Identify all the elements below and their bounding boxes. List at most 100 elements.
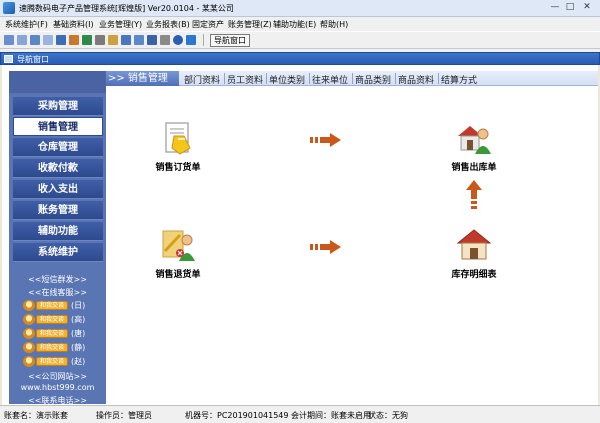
menu-aux[interactable]: 辅助功能(E) bbox=[273, 19, 316, 30]
help-icon[interactable] bbox=[173, 35, 183, 45]
chat-badge: 和我交谈 bbox=[36, 315, 68, 324]
tab-unit-categories[interactable]: 单位类别 bbox=[269, 73, 305, 86]
order-document-icon bbox=[165, 122, 191, 155]
contact-name: (高) bbox=[71, 315, 86, 324]
nav-window-title: 导航窗口 bbox=[17, 55, 49, 64]
toolbar-separator bbox=[203, 34, 204, 46]
tab-separator bbox=[352, 73, 353, 84]
cascade-icon[interactable] bbox=[30, 35, 40, 45]
website-url[interactable]: www.hbst999.com bbox=[9, 383, 106, 392]
menu-help[interactable]: 帮助(H) bbox=[320, 19, 348, 30]
qq-icon bbox=[23, 328, 35, 339]
tool-icon[interactable] bbox=[95, 35, 105, 45]
app-icon bbox=[3, 2, 15, 14]
qq-contact[interactable]: 和我交谈 (唐) bbox=[23, 328, 93, 339]
status-operator: 操作员：管理员 bbox=[96, 411, 152, 420]
stock-detail-node[interactable]: 库存明细表 bbox=[434, 227, 514, 283]
close-icon[interactable]: ✕ bbox=[580, 2, 594, 14]
sidebar-item-payments[interactable]: 收款付款 bbox=[13, 159, 103, 178]
menu-basic-data[interactable]: 基础资料(I) bbox=[53, 19, 94, 30]
save-icon[interactable] bbox=[56, 35, 66, 45]
flow-arrow-up-icon bbox=[466, 180, 482, 209]
tab-separator bbox=[438, 73, 439, 84]
tab-sales[interactable]: >> 销售管理 bbox=[106, 71, 179, 86]
sidebar-item-income[interactable]: 收入支出 bbox=[13, 180, 103, 199]
website-link[interactable]: <<公司网站>> bbox=[9, 371, 106, 382]
edit-icon[interactable] bbox=[69, 35, 79, 45]
sidebar: 采购管理 销售管理 仓库管理 收款付款 收入支出 账务管理 辅助功能 系统维护 … bbox=[9, 71, 106, 405]
sales-order-node[interactable]: 销售订货单 bbox=[138, 120, 218, 176]
warehouse-icon bbox=[456, 229, 492, 260]
menu-business[interactable]: 业务管理(Y) bbox=[99, 19, 142, 30]
module-tab-bar: >> 销售管理 部门资料 员工资料 单位类别 往来单位 商品类别 商品资料 结算… bbox=[106, 71, 598, 86]
contact-name: (日) bbox=[71, 301, 86, 310]
calc-icon[interactable] bbox=[160, 35, 170, 45]
chat-badge: 和我交谈 bbox=[36, 357, 68, 366]
chat-badge: 和我交谈 bbox=[36, 343, 68, 352]
tab-settlement[interactable]: 结算方式 bbox=[441, 73, 477, 86]
nav-window-content: 采购管理 销售管理 仓库管理 收款付款 收入支出 账务管理 辅助功能 系统维护 … bbox=[2, 65, 598, 405]
sidebar-item-system[interactable]: 系统维护 bbox=[13, 243, 103, 262]
window-title: 速腾数码电子产品管理系统[辉煌版] Ver20.0104 - 某某公司 bbox=[19, 4, 234, 13]
qq-icon bbox=[23, 314, 35, 325]
tab-separator bbox=[266, 73, 267, 84]
tab-partners[interactable]: 往来单位 bbox=[312, 73, 348, 86]
flow-arrow-right-icon bbox=[310, 133, 341, 147]
maximize-icon[interactable]: □ bbox=[563, 2, 577, 14]
user-icon[interactable] bbox=[82, 35, 92, 45]
window-icon[interactable] bbox=[4, 35, 14, 45]
sidebar-item-purchase[interactable]: 采购管理 bbox=[13, 97, 103, 116]
sales-return-label: 销售退货单 bbox=[155, 270, 201, 280]
tile-icon[interactable] bbox=[17, 35, 27, 45]
qq-contact[interactable]: 和我交谈 (高) bbox=[23, 314, 93, 325]
tab-separator bbox=[224, 73, 225, 84]
service-link[interactable]: <<在线客服>> bbox=[9, 287, 106, 298]
sms-link[interactable]: <<短信群发>> bbox=[9, 274, 106, 285]
tab-products[interactable]: 商品资料 bbox=[398, 73, 434, 86]
list-icon[interactable] bbox=[43, 35, 53, 45]
status-bar: 账套名：演示账套 操作员：管理员 机器号：PC201901041549 会计期间… bbox=[0, 405, 600, 423]
doc-icon[interactable] bbox=[121, 35, 131, 45]
qq-contact[interactable]: 和我交谈 (日) bbox=[23, 300, 93, 311]
chat-badge: 和我交谈 bbox=[36, 301, 68, 310]
minimize-icon[interactable]: — bbox=[548, 2, 562, 14]
tab-departments[interactable]: 部门资料 bbox=[184, 73, 220, 86]
title-bar: 速腾数码电子产品管理系统[辉煌版] Ver20.0104 - 某某公司 — □ … bbox=[0, 0, 600, 17]
menu-fixed-assets[interactable]: 固定资产 bbox=[192, 19, 224, 30]
open-icon[interactable] bbox=[108, 35, 118, 45]
contact-name: (赵) bbox=[71, 357, 86, 366]
contact-name: (唐) bbox=[71, 329, 86, 338]
tab-separator bbox=[309, 73, 310, 84]
sales-order-label: 销售订货单 bbox=[155, 163, 201, 173]
nav-window-titlebar: 导航窗口 bbox=[0, 52, 600, 65]
info-icon[interactable] bbox=[186, 35, 196, 45]
stock-detail-label: 库存明细表 bbox=[451, 270, 497, 280]
qq-contact[interactable]: 和我交谈 (赵) bbox=[23, 356, 93, 367]
menu-bar: 系统维护(F) 基础资料(I) 业务管理(Y) 业务报表(B) 固定资产 账务管… bbox=[0, 17, 600, 31]
contact-name: (静) bbox=[71, 343, 86, 352]
tab-separator bbox=[395, 73, 396, 84]
sidebar-item-warehouse[interactable]: 仓库管理 bbox=[13, 138, 103, 157]
qq-contact[interactable]: 和我交谈 (静) bbox=[23, 342, 93, 353]
disk-icon[interactable] bbox=[147, 35, 157, 45]
menu-accounts[interactable]: 账务管理(Z) bbox=[228, 19, 272, 30]
qq-icon bbox=[23, 342, 35, 353]
menu-reports[interactable]: 业务报表(B) bbox=[146, 19, 190, 30]
tab-product-categories[interactable]: 商品类别 bbox=[355, 73, 391, 86]
sidebar-item-sales[interactable]: 销售管理 bbox=[13, 117, 103, 136]
nav-window-icon bbox=[4, 55, 13, 63]
sidebar-header bbox=[9, 71, 106, 93]
tab-employees[interactable]: 员工资料 bbox=[227, 73, 263, 86]
menu-system[interactable]: 系统维护(F) bbox=[5, 19, 48, 30]
sales-out-label: 销售出库单 bbox=[451, 163, 497, 173]
sales-out-node[interactable]: 销售出库单 bbox=[434, 120, 514, 176]
sidebar-item-aux[interactable]: 辅助功能 bbox=[13, 222, 103, 241]
print-icon[interactable] bbox=[134, 35, 144, 45]
chat-badge: 和我交谈 bbox=[36, 329, 68, 338]
sales-return-node[interactable]: 销售退货单 bbox=[138, 227, 218, 283]
qq-icon bbox=[23, 356, 35, 367]
sidebar-item-accounts[interactable]: 账务管理 bbox=[13, 201, 103, 220]
toolbar: 导航窗口 bbox=[0, 31, 600, 49]
nav-window-button[interactable]: 导航窗口 bbox=[210, 34, 250, 47]
qq-icon bbox=[23, 300, 35, 311]
